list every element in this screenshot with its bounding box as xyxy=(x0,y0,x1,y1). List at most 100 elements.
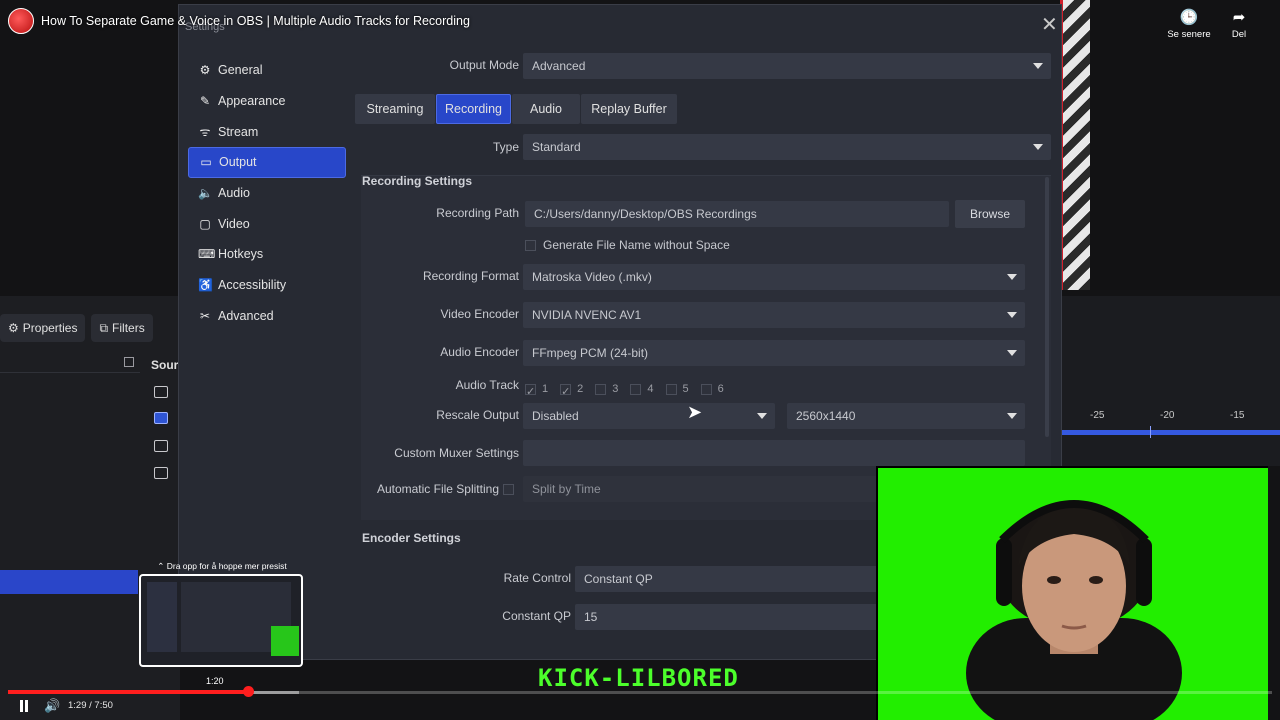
output-mode-label: Output Mode xyxy=(449,58,519,72)
display-source-icon[interactable] xyxy=(154,412,168,424)
window-source-icon[interactable] xyxy=(154,467,168,479)
time-display: 1:29 / 7:50 xyxy=(68,700,113,711)
chevron-down-icon xyxy=(1007,312,1017,318)
audio-track-label: Audio Track xyxy=(455,378,519,392)
rescale-output-label: Rescale Output xyxy=(436,408,519,422)
nav-item-hotkeys[interactable]: ⌨ Hotkeys xyxy=(188,239,346,270)
obs-preview-edge xyxy=(1060,0,1090,290)
no-space-option[interactable]: Generate File Name without Space xyxy=(525,238,730,252)
pause-icon[interactable] xyxy=(18,700,30,712)
keyboard-icon: ⌨ xyxy=(198,247,216,262)
nav-item-appearance[interactable]: ✎ Appearance xyxy=(188,86,346,117)
mouse-cursor-icon: ➤ xyxy=(687,402,703,422)
mixer-label: -15 xyxy=(1230,410,1245,421)
mixer-label: -20 xyxy=(1160,410,1175,421)
nav-item-video[interactable]: ▢ Video xyxy=(188,208,346,239)
track-2-checkbox[interactable]: ✓ xyxy=(560,383,572,398)
window-source-icon[interactable] xyxy=(154,440,168,452)
tools-icon: ✂ xyxy=(199,308,211,323)
audio-track-checkboxes: ✓ 1 ✓ 2 3 4 5 6 xyxy=(525,383,724,398)
recording-format-label: Recording Format xyxy=(422,269,519,283)
progress-played xyxy=(8,690,248,694)
video-encoder-select[interactable]: NVIDIA NVENC AV1 xyxy=(523,302,1025,328)
rescale-output-select[interactable]: Disabled xyxy=(523,403,775,429)
settings-nav: ⚙ General ✎ Appearance ᯤ Stream ▭ Output 🔈 Au… xyxy=(188,55,346,331)
split-mode-select[interactable]: Split by Time xyxy=(523,476,883,502)
recording-settings-title: Recording Settings xyxy=(362,174,473,188)
antenna-icon: ᯤ xyxy=(199,125,211,140)
browse-button[interactable]: Browse xyxy=(955,200,1025,228)
track-6-checkbox[interactable] xyxy=(700,383,712,395)
nav-item-advanced[interactable]: ✂ Advanced xyxy=(188,301,346,332)
streamer-image xyxy=(966,500,1182,720)
constant-qp-input[interactable]: 15 xyxy=(575,604,885,630)
video-player[interactable]: ⚙ Properties ⧉ Filters Sour -25 -20 -15 … xyxy=(0,0,1280,720)
volume-icon[interactable]: 🔊 xyxy=(44,698,60,714)
share-icon: ➦ xyxy=(1232,9,1246,26)
seek-preview-thumbnail xyxy=(139,574,303,667)
filters-icon: ⧉ xyxy=(99,320,109,335)
screen-icon: ▢ xyxy=(199,216,211,231)
brush-icon: ✎ xyxy=(199,94,211,109)
tab-audio[interactable]: Audio xyxy=(512,94,580,124)
accessibility-icon: ♿ xyxy=(198,278,213,293)
file-splitting-checkbox[interactable] xyxy=(503,484,514,495)
track-4-checkbox[interactable] xyxy=(630,383,642,395)
speaker-icon: 🔈 xyxy=(198,186,213,201)
monitor-icon: ▭ xyxy=(200,155,212,170)
tab-replay-buffer[interactable]: Replay Buffer xyxy=(581,94,677,124)
selected-scene-row[interactable] xyxy=(0,570,138,594)
gear-icon: ⚙ xyxy=(199,63,211,78)
track-5-checkbox[interactable] xyxy=(665,383,677,395)
rate-control-select[interactable]: Constant QP xyxy=(575,566,885,592)
video-title[interactable]: How To Separate Game & Voice in OBS | Mu… xyxy=(41,14,470,28)
recording-format-select[interactable]: Matroska Video (.mkv) xyxy=(523,264,1025,290)
sources-title: Sour xyxy=(151,358,179,372)
audio-encoder-label: Audio Encoder xyxy=(440,345,519,359)
close-icon[interactable]: ✕ xyxy=(1041,15,1058,35)
tab-recording[interactable]: Recording xyxy=(436,94,511,124)
chevron-down-icon xyxy=(1007,274,1017,280)
encoder-settings-title: Encoder Settings xyxy=(362,531,461,545)
track-3-checkbox[interactable] xyxy=(595,383,607,395)
type-label: Type xyxy=(492,140,519,154)
custom-muxer-input[interactable] xyxy=(523,440,1025,466)
track-1-checkbox[interactable]: ✓ xyxy=(525,383,536,398)
recording-path-field[interactable]: C:/Users/danny/Desktop/OBS Recordings xyxy=(525,201,949,227)
constant-qp-label: Constant QP xyxy=(502,609,571,623)
chevron-down-icon xyxy=(1033,144,1043,150)
nav-item-stream[interactable]: ᯤ Stream xyxy=(188,116,346,147)
rate-control-label: Rate Control xyxy=(503,571,571,585)
nav-item-general[interactable]: ⚙ General xyxy=(188,55,346,86)
volume-meter xyxy=(1062,430,1280,435)
channel-overlay-text: KICK-LILBORED xyxy=(538,664,739,692)
share-button[interactable]: ➦ Del xyxy=(1209,8,1269,40)
volume-slider-handle[interactable] xyxy=(1150,426,1151,438)
type-select[interactable]: Standard xyxy=(523,134,1051,160)
nav-item-audio[interactable]: 🔈 Audio xyxy=(188,178,346,209)
mixer-label: -25 xyxy=(1090,410,1105,421)
chevron-down-icon xyxy=(1033,63,1043,69)
channel-avatar[interactable] xyxy=(8,8,34,34)
chevron-down-icon xyxy=(757,413,767,419)
tab-streaming[interactable]: Streaming xyxy=(355,94,435,124)
custom-muxer-label: Custom Muxer Settings xyxy=(394,446,519,460)
nav-item-output[interactable]: ▭ Output xyxy=(188,147,346,178)
settings-scrollbar[interactable] xyxy=(1045,177,1049,437)
audio-encoder-select[interactable]: FFmpeg PCM (24-bit) xyxy=(523,340,1025,366)
chevron-down-icon xyxy=(1007,413,1017,419)
gear-icon: ⚙ xyxy=(8,321,19,335)
seek-preview-time: 1:20 xyxy=(206,676,224,686)
dock-icon[interactable] xyxy=(124,357,134,367)
camera-source-icon[interactable] xyxy=(154,386,168,398)
obs-source-toolbar: ⚙ Properties ⧉ Filters xyxy=(0,314,180,344)
seek-tip: ⌃ Dra opp for å hoppe mer presist xyxy=(157,561,287,571)
output-mode-select[interactable]: Advanced xyxy=(523,53,1051,79)
properties-button[interactable]: ⚙ Properties xyxy=(0,314,86,342)
rescale-resolution-select[interactable]: 2560x1440 xyxy=(787,403,1025,429)
filters-button[interactable]: ⧉ Filters xyxy=(91,314,153,342)
nav-item-accessibility[interactable]: ♿ Accessibility xyxy=(188,270,346,301)
scrubber-handle[interactable] xyxy=(243,686,254,697)
audio-mixer-panel xyxy=(1060,296,1280,466)
no-space-checkbox[interactable] xyxy=(525,239,536,251)
